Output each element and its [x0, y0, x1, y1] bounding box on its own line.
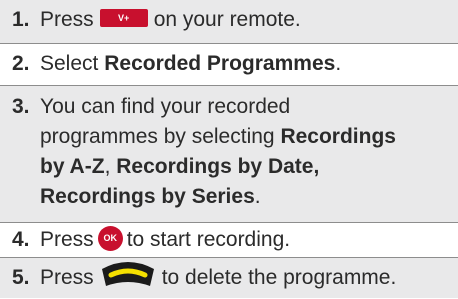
step-bold-text: Recordings by Date,	[116, 155, 320, 178]
step-bold-text: Recordings by Series	[40, 185, 255, 208]
step-number: 3.	[12, 95, 30, 118]
step-bold-text: by A-Z	[40, 155, 105, 178]
step-text: on your remote.	[153, 8, 301, 31]
step-text: Press	[40, 8, 94, 31]
step-bold-text: Recordings	[280, 125, 396, 148]
yellow-button-icon	[99, 260, 157, 290]
instruction-steps: 1. Press V+ on your remote. 2. Select Reco…	[0, 0, 458, 298]
step-text: to delete the programme.	[161, 266, 397, 289]
step-number: 4.	[12, 228, 30, 251]
step-text: You can find your recorded	[40, 95, 291, 118]
step-5: 5. Press to delete the programme.	[0, 258, 458, 298]
step-text: .	[335, 52, 342, 75]
ok-button-icon: OK	[97, 225, 123, 251]
step-number: 2.	[12, 52, 30, 75]
step-number: 1.	[12, 8, 30, 31]
step-3: 3. You can find your recorded programmes…	[0, 86, 458, 223]
step-text: .	[254, 185, 261, 208]
step-number: 5.	[12, 266, 30, 289]
step-1: 1. Press V+ on your remote.	[0, 0, 458, 44]
step-4: 4. Press OK to start recording.	[0, 223, 458, 258]
step-text: Press	[40, 266, 94, 289]
step-text: Select	[40, 52, 99, 75]
step-text: to start recording.	[126, 228, 291, 251]
step-text: Press	[40, 228, 94, 251]
step-text: ,	[104, 155, 111, 178]
step-text: programmes by selecting	[40, 125, 275, 148]
step-2: 2. Select Recorded Programmes.	[0, 44, 458, 86]
vplus-button-icon: V+	[99, 9, 148, 28]
step-bold-text: Recorded Programmes	[104, 52, 336, 75]
